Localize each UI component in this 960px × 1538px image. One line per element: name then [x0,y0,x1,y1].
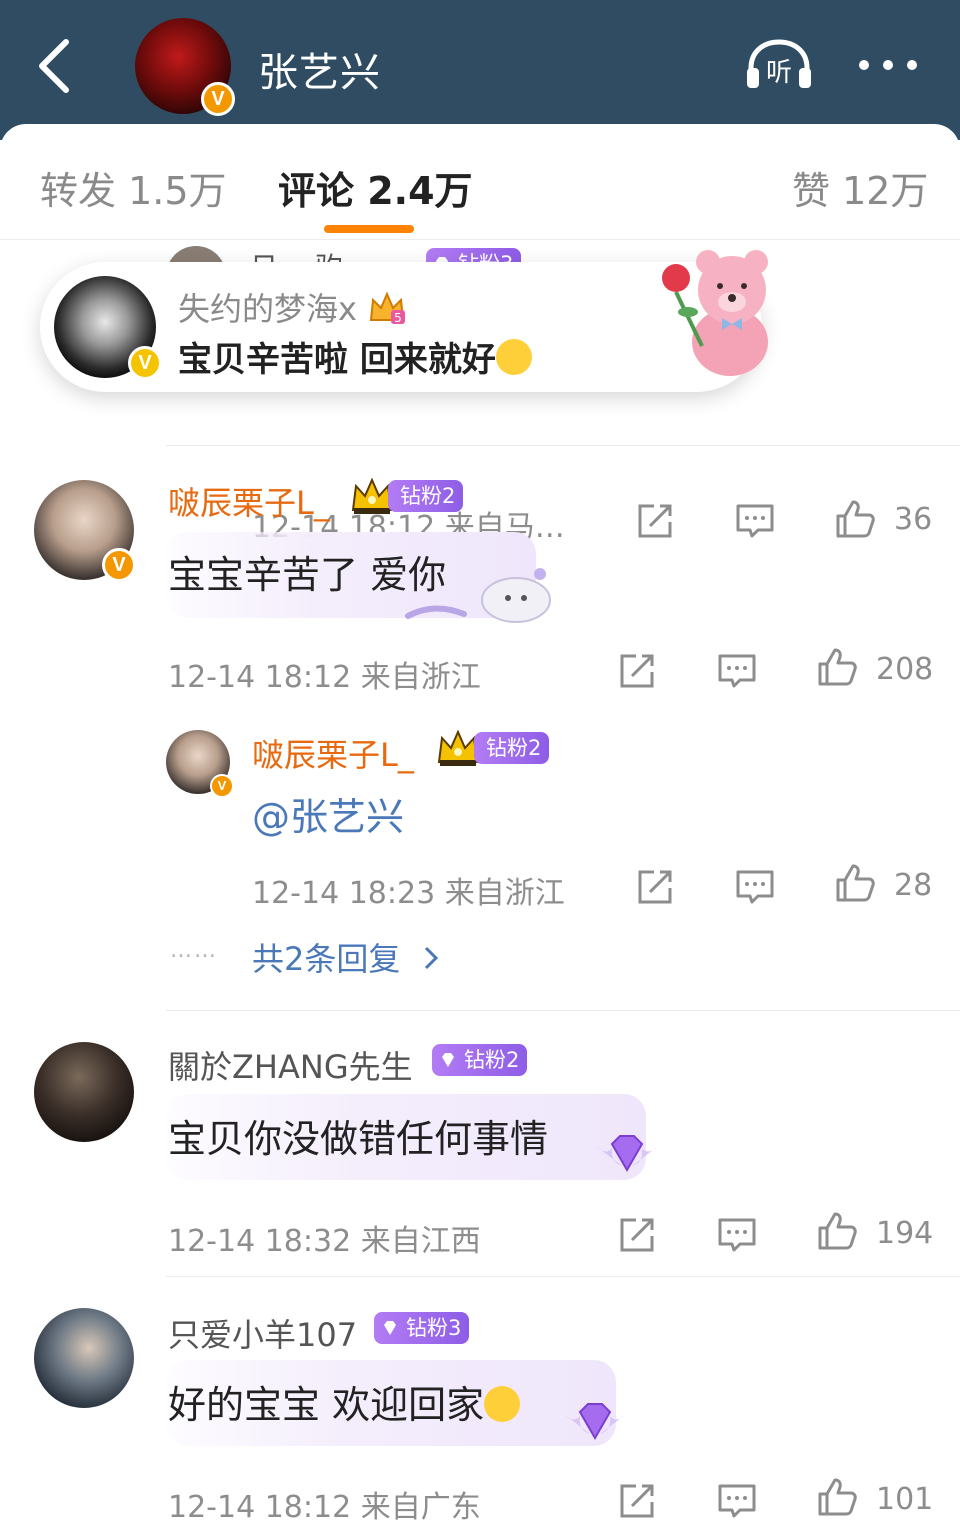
comment-username[interactable]: 關於ZHANG先生 [168,1042,413,1088]
reply-mention-link[interactable]: @张艺兴 [252,786,404,841]
like-icon[interactable] [816,1476,858,1518]
repost-icon[interactable] [616,1214,658,1256]
verified-v-icon: V [201,82,235,116]
kissing-face-emoji-icon [495,339,532,375]
like-count: 28 [894,868,933,903]
chevron-right-icon [424,946,438,970]
tab-bar: 转发 1.5万 评论 2.4万 赞 12万 [0,124,960,240]
diamond-gem-icon [439,1051,457,1069]
reply-username[interactable]: 啵辰栗子L_ [252,730,414,776]
reply-icon[interactable] [734,500,776,542]
verified-v-icon: V [210,774,234,798]
more-options-icon[interactable] [856,50,920,80]
like-count: 101 [876,1482,934,1517]
bubble-cloud-decoration-icon [405,568,551,623]
repost-icon[interactable] [616,1480,658,1522]
verified-v-icon: V [128,346,162,380]
like-icon[interactable] [834,862,876,904]
crown-level-number: 5 [394,311,402,325]
winged-diamond-icon [564,1403,626,1441]
repost-icon[interactable] [616,650,658,692]
reply-dots: …… [170,938,218,963]
comment-text: 好的宝宝 欢迎回家 [168,1374,521,1429]
like-count: 36 [894,502,933,537]
reply-avatar[interactable]: V [166,730,234,798]
fan-badge: 钻粉2 [388,480,464,512]
comment-meta: 12-14 18:32 来自江西 [168,1224,481,1259]
fan-badge: 钻粉2 [474,732,550,764]
comment-avatar[interactable]: V [34,480,136,582]
top-navigation-bar: V 张艺兴 听 [0,0,960,140]
new-comment-toast[interactable]: V 失约的梦海x 5 宝贝辛苦啦 回来就好 [40,250,768,392]
listen-headphone-icon[interactable]: 听 [745,38,813,92]
view-more-replies-link[interactable]: 共2条回复 [252,934,441,980]
profile-username[interactable]: 张艺兴 [258,40,381,98]
like-count: 208 [876,652,934,687]
reply-icon[interactable] [716,650,758,692]
comment-username[interactable]: 只爱小羊107 [168,1310,357,1356]
fan-badge-label: 钻粉3 [406,1316,462,1340]
tab-reposts[interactable]: 转发 1.5万 [40,160,227,215]
comment-avatar[interactable] [34,1042,134,1142]
reply-icon[interactable] [716,1480,758,1522]
like-icon[interactable] [834,498,876,540]
fan-badge-label: 钻粉2 [464,1048,520,1072]
active-tab-indicator [324,225,414,233]
toast-username-text: 失约的梦海x [178,290,357,328]
back-arrow-icon[interactable] [30,36,80,96]
comment-username[interactable]: 啵辰栗子L_ [168,478,330,524]
view-more-replies-label: 共2条回复 [252,940,401,978]
tab-comments[interactable]: 评论 2.4万 [278,160,473,215]
kissing-face-emoji-icon [484,1386,521,1422]
comment-divider [166,445,960,446]
tab-likes[interactable]: 赞 12万 [792,160,928,215]
toast-comment-content: 宝贝辛苦啦 回来就好 [178,340,496,380]
repost-icon[interactable] [634,866,676,908]
toast-comment-text: 宝贝辛苦啦 回来就好 [178,332,532,381]
profile-avatar[interactable]: V [135,18,235,116]
like-count: 194 [876,1216,934,1251]
comment-meta: 12-14 18:12 来自浙江 [168,660,481,695]
toast-avatar: V [54,276,162,380]
fan-badge: 钻粉2 [432,1044,528,1076]
toast-username: 失约的梦海x 5 [178,284,407,330]
like-icon[interactable] [816,646,858,688]
reply-icon[interactable] [734,866,776,908]
reply-icon[interactable] [716,1214,758,1256]
diamond-gem-icon [381,1319,399,1337]
comment-text-content: 好的宝宝 欢迎回家 [168,1383,485,1427]
comment-avatar[interactable] [34,1308,134,1408]
like-icon[interactable] [816,1210,858,1252]
comment-divider [166,1010,960,1011]
winged-diamond-icon [596,1135,658,1173]
comment-text: 宝贝你没做错任何事情 [168,1117,549,1161]
crown-level-icon: 5 [370,291,406,325]
listen-label: 听 [766,58,792,88]
fan-badge: 钻粉3 [374,1312,470,1344]
pink-bear-sticker-icon [662,250,768,376]
verified-v-icon: V [102,548,136,582]
reply-meta: 12-14 18:23 来自浙江 [252,876,565,911]
repost-icon[interactable] [634,500,676,542]
comment-divider [166,1276,960,1277]
comment-meta: 12-14 18:12 来自广东 [168,1490,481,1525]
